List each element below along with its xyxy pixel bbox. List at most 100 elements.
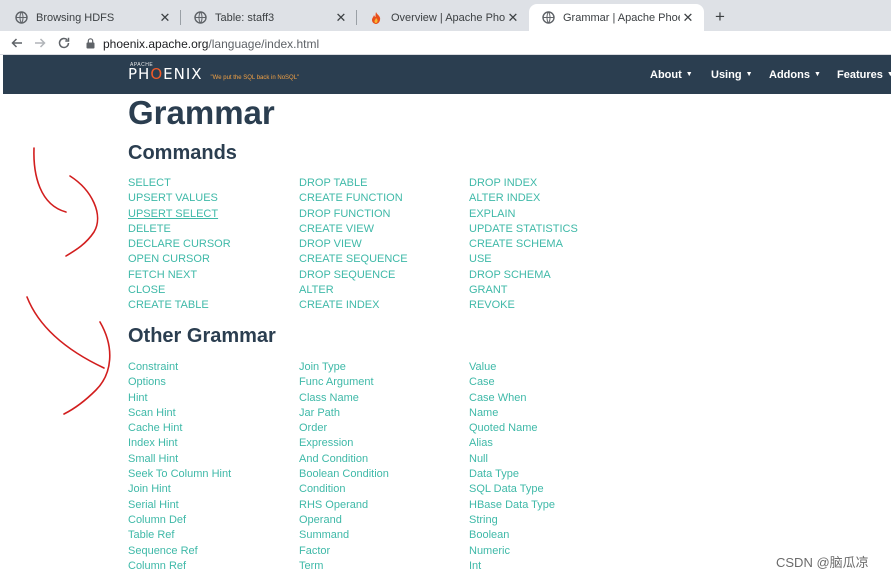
grammar-link[interactable]: Order [299,421,389,436]
grammar-link[interactable]: HBase Data Type [469,498,555,513]
command-link[interactable]: DROP INDEX [469,176,578,191]
grammar-link[interactable]: Cache Hint [128,421,231,436]
command-link[interactable]: CREATE VIEW [299,222,408,237]
grammar-link[interactable]: Summand [299,528,389,543]
grammar-link[interactable]: Column Ref [128,559,231,574]
grammar-link[interactable]: Join Hint [128,482,231,497]
tab-label: Overview | Apache Phoenix [391,11,505,24]
grammar-link[interactable]: Constraint [128,360,231,375]
caret-down-icon: ▼ [685,71,693,78]
menu-label: Addons [769,68,810,81]
grammar-link[interactable]: SQL Data Type [469,482,555,497]
command-link[interactable]: CREATE INDEX [299,298,408,313]
tab-overview-phoenix[interactable]: Overview | Apache Phoenix ✕ [357,4,529,31]
grammar-link[interactable]: Seek To Column Hint [128,467,231,482]
grammar-link[interactable]: Int [469,559,555,574]
command-link[interactable]: USE [469,252,578,267]
grammar-link[interactable]: Alias [469,436,555,451]
command-link[interactable]: CREATE FUNCTION [299,191,408,206]
command-link[interactable]: REVOKE [469,298,578,313]
grammar-link[interactable]: Name [469,406,555,421]
caret-down-icon: ▼ [745,71,753,78]
command-link[interactable]: ALTER [299,283,408,298]
grammar-link[interactable]: Value [469,360,555,375]
tab-table-staff3[interactable]: Table: staff3 ✕ [181,4,357,31]
tab-close-button[interactable]: ✕ [157,10,173,26]
grammar-link[interactable]: Sequence Ref [128,544,231,559]
command-link[interactable]: CLOSE [128,283,231,298]
url-path: /language/index.html [208,36,320,51]
grammar-link[interactable]: Case When [469,391,555,406]
command-link[interactable]: UPDATE STATISTICS [469,222,578,237]
command-link[interactable]: DELETE [128,222,231,237]
grammar-link[interactable]: Expression [299,436,389,451]
grammar-link[interactable]: Hint [128,391,231,406]
command-link[interactable]: UPSERT SELECT [128,207,231,222]
command-link[interactable]: CREATE SEQUENCE [299,252,408,267]
reload-button[interactable] [55,34,73,52]
grammar-link[interactable]: Index Hint [128,436,231,451]
command-link[interactable]: DECLARE CURSOR [128,237,231,252]
grammar-link[interactable]: Jar Path [299,406,389,421]
url-host: phoenix.apache.org [103,36,209,51]
grammar-link[interactable]: Serial Hint [128,498,231,513]
command-link[interactable]: FETCH NEXT [128,268,231,283]
back-button[interactable] [8,34,26,52]
grammar-link[interactable]: Scan Hint [128,406,231,421]
menu-label: Features [837,68,883,81]
command-link[interactable]: CREATE SCHEMA [469,237,578,252]
tab-grammar-phoenix[interactable]: Grammar | Apache Phoenix ✕ [529,4,704,31]
command-link[interactable]: DROP VIEW [299,237,408,252]
menu-using[interactable]: Using ▼ [711,55,753,94]
tab-browsing-hdfs[interactable]: Browsing HDFS ✕ [2,4,181,31]
grammar-link[interactable]: Null [469,452,555,467]
tab-close-button[interactable]: ✕ [680,10,696,26]
command-link[interactable]: SELECT [128,176,231,191]
grammar-link[interactable]: Options [128,375,231,390]
grammar-link[interactable]: Case [469,375,555,390]
grammar-link[interactable]: Operand [299,513,389,528]
command-link[interactable]: OPEN CURSOR [128,252,231,267]
new-tab-button[interactable]: + [709,6,731,28]
grammar-link[interactable]: And Condition [299,452,389,467]
tab-label: Grammar | Apache Phoenix [563,11,680,24]
command-link[interactable]: GRANT [469,283,578,298]
grammar-link[interactable]: Small Hint [128,452,231,467]
address-bar[interactable]: phoenix.apache.org/language/index.html [86,35,319,52]
grammar-link[interactable]: Column Def [128,513,231,528]
browser-window: Browsing HDFS ✕ Table: staff3 ✕ Overview… [0,0,891,577]
menu-about[interactable]: About ▼ [650,55,693,94]
grammar-link[interactable]: Table Ref [128,528,231,543]
grammar-link[interactable]: Quoted Name [469,421,555,436]
command-link[interactable]: DROP SEQUENCE [299,268,408,283]
grammar-link[interactable]: Join Type [299,360,389,375]
grammar-link[interactable]: Class Name [299,391,389,406]
command-link[interactable]: EXPLAIN [469,207,578,222]
lock-icon [86,38,95,49]
tab-close-button[interactable]: ✕ [505,10,521,26]
phoenix-logo[interactable]: APACHE PHOENIX "We put the SQL back in N… [128,62,299,84]
grammar-link[interactable]: Factor [299,544,389,559]
grammar-link[interactable]: Boolean [469,528,555,543]
command-link[interactable]: DROP FUNCTION [299,207,408,222]
grammar-link[interactable]: Boolean Condition [299,467,389,482]
grammar-link[interactable]: Numeric [469,544,555,559]
page-content: Grammar Commands SELECT UPSERT VALUES UP… [3,94,891,577]
grammar-link[interactable]: RHS Operand [299,498,389,513]
menu-label: About [650,68,682,81]
grammar-link[interactable]: Condition [299,482,389,497]
grammar-link[interactable]: Func Argument [299,375,389,390]
command-link[interactable]: ALTER INDEX [469,191,578,206]
tab-close-button[interactable]: ✕ [333,10,349,26]
command-link[interactable]: CREATE TABLE [128,298,231,313]
grammar-link[interactable]: Data Type [469,467,555,482]
command-link[interactable]: DROP TABLE [299,176,408,191]
menu-features[interactable]: Features ▼ [837,55,891,94]
forward-button[interactable] [31,34,49,52]
menu-addons[interactable]: Addons ▼ [769,55,821,94]
command-link[interactable]: UPSERT VALUES [128,191,231,206]
command-link[interactable]: DROP SCHEMA [469,268,578,283]
commands-column-2: DROP TABLE CREATE FUNCTION DROP FUNCTION… [299,176,408,314]
grammar-link[interactable]: Term [299,559,389,574]
grammar-link[interactable]: String [469,513,555,528]
